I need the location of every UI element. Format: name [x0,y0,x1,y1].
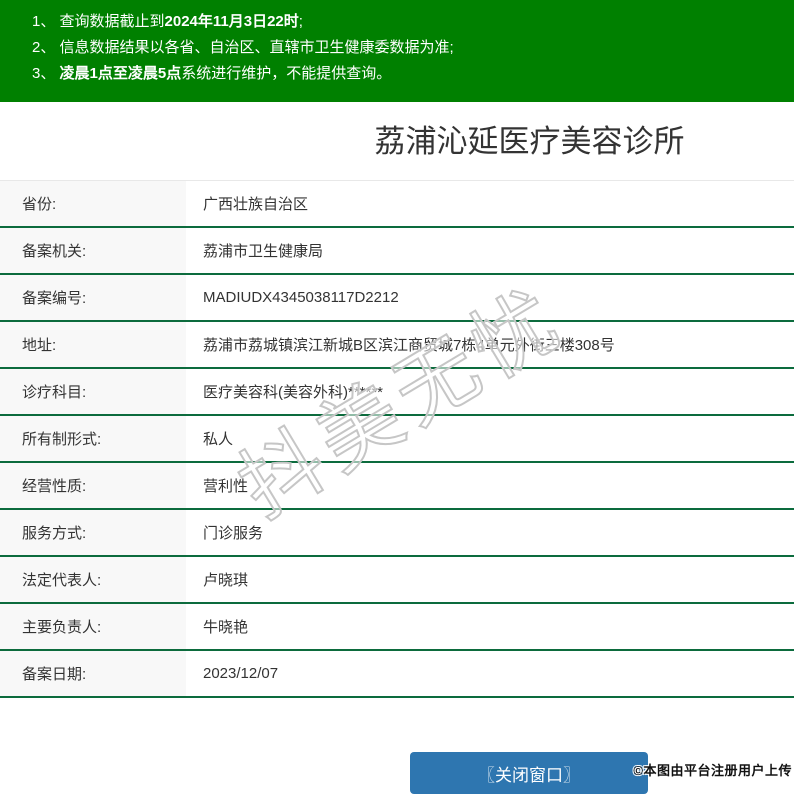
table-row: 经营性质: 营利性 [0,463,794,510]
field-label: 省份: [0,181,186,226]
notice-text: 系统进行维护，不能提供查询。 [181,65,392,82]
table-row: 服务方式: 门诊服务 [0,510,794,557]
notice-text: 1、 查询数据截止到 [32,13,165,30]
notice-line: 1、 查询数据截止到2024年11月3日22时; [32,9,784,35]
notice-text: 3、 [32,65,60,82]
notice-text-bold: 凌晨1点至凌晨5点 [59,65,182,82]
field-value: 广西壮族自治区 [203,196,309,213]
field-label: 经营性质: [0,463,186,508]
field-label: 主要负责人: [0,604,186,649]
notice-line: 2、 信息数据结果以各省、自治区、直辖市卫生健康委数据为准; [32,35,784,61]
page-title: 荔浦沁延医疗美容诊所 [374,124,685,159]
field-label: 法定代表人: [0,557,186,602]
notice-line: 3、 凌晨1点至凌晨5点系统进行维护，不能提供查询。 [32,61,784,87]
table-row: 备案日期: 2023/12/07 [0,651,794,698]
table-row: 法定代表人: 卢晓琪 [0,557,794,604]
field-value: 私人 [203,431,234,448]
field-label: 备案机关: [0,228,186,273]
field-label: 地址: [0,322,186,367]
field-value: 营利性 [203,478,249,495]
field-label: 备案编号: [0,275,186,320]
table-row: 主要负责人: 牛晓艳 [0,604,794,651]
field-value: 荔浦市荔城镇滨江新城B区滨江商贸城7栋4单元外街三楼308号 [203,337,615,354]
field-value: 门诊服务 [203,525,264,542]
field-value: 荔浦市卫生健康局 [203,243,324,260]
table-row: 备案机关: 荔浦市卫生健康局 [0,228,794,275]
table-row: 诊疗科目: 医疗美容科(美容外科)****** [0,369,794,416]
field-label: 服务方式: [0,510,186,555]
field-label: 诊疗科目: [0,369,186,414]
table-row: 所有制形式: 私人 [0,416,794,463]
table-row: 省份: 广西壮族自治区 [0,181,794,228]
notice-text-bold: 2024年11月3日22时 [164,13,299,30]
field-label: 备案日期: [0,651,186,696]
field-value: 2023/12/07 [203,665,279,682]
field-value: 牛晓艳 [203,619,249,636]
field-label: 所有制形式: [0,416,186,461]
notice-panel: 1、 查询数据截止到2024年11月3日22时; 2、 信息数据结果以各省、自治区… [0,0,794,102]
notice-text: 2、 信息数据结果以各省、自治区、直辖市卫生健康委数据为准; [32,39,454,56]
field-value: 医疗美容科(美容外科)****** [203,384,384,401]
notice-text: ; [298,13,303,30]
close-window-button[interactable]: 〖关闭窗口〗 [410,752,648,794]
field-value: 卢晓琪 [203,572,249,589]
upload-badge: ©本图由平台注册用户上传 [633,763,792,778]
field-value: MADIUDX4345038117D2212 [203,289,399,306]
table-row: 地址: 荔浦市荔城镇滨江新城B区滨江商贸城7栋4单元外街三楼308号 [0,322,794,369]
table-row: 备案编号: MADIUDX4345038117D2212 [0,275,794,322]
notice-list: 1、 查询数据截止到2024年11月3日22时; 2、 信息数据结果以各省、自治区… [32,9,784,87]
info-table: 省份: 广西壮族自治区 备案机关: 荔浦市卫生健康局 备案编号: MADIUDX43450… [0,180,794,698]
